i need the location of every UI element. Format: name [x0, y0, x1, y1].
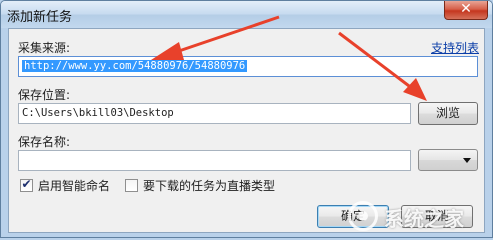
save-name-input[interactable]: [18, 150, 411, 171]
save-location-value: C:\Users\bkill03\Desktop: [22, 107, 174, 119]
title-bar[interactable]: 添加新任务 ✕: [1, 1, 492, 28]
add-task-dialog: 添加新任务 ✕ 采集来源: 支持列表 http://www.yy.com/548…: [0, 0, 493, 238]
close-icon: ✕: [460, 1, 472, 17]
save-location-input[interactable]: C:\Users\bkill03\Desktop: [18, 103, 411, 124]
live-type-checkbox[interactable]: [125, 179, 138, 192]
save-name-label: 保存名称:: [18, 135, 71, 149]
checkmark-icon: ✔: [21, 177, 32, 191]
live-type-label: 要下载的任务为直播类型: [143, 179, 276, 193]
source-url-input[interactable]: http://www.yy.com/54880976/54880976: [18, 56, 478, 77]
format-dropdown[interactable]: [418, 149, 478, 171]
watermark: 系统之家: [338, 189, 488, 235]
watermark-logo-icon: [348, 201, 378, 231]
smart-naming-checkbox[interactable]: ✔: [20, 177, 33, 192]
window-title: 添加新任务: [7, 10, 73, 25]
close-button[interactable]: ✕: [444, 1, 488, 20]
smart-naming-label: 启用智能命名: [38, 179, 111, 193]
source-label: 采集来源:: [18, 41, 71, 55]
chevron-down-icon: [463, 158, 471, 163]
browse-button[interactable]: 浏览: [418, 102, 478, 125]
source-url-value: http://www.yy.com/54880976/54880976: [22, 60, 248, 72]
watermark-text: 系统之家: [384, 207, 464, 231]
save-location-label: 保存位置:: [18, 88, 71, 102]
supported-list-link[interactable]: 支持列表: [431, 39, 479, 56]
